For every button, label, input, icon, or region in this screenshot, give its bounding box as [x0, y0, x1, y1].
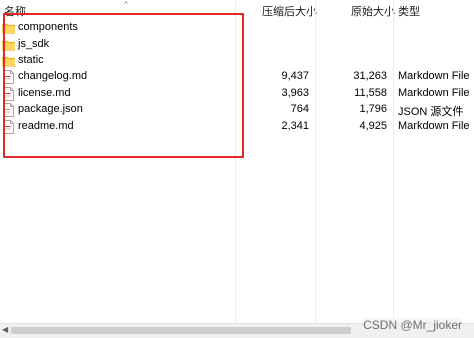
file-type: Markdown File — [398, 87, 470, 99]
compressed-size: 3,963 — [281, 87, 309, 99]
compressed-size: 764 — [290, 103, 309, 115]
file-type: JSON 源文件 — [398, 106, 464, 118]
column-original-size-header[interactable]: 原始大小 — [351, 3, 395, 19]
scroll-left-arrow-icon[interactable]: ◀ — [2, 325, 8, 334]
column-type-header[interactable]: 类型 — [398, 3, 420, 19]
watermark: CSDN @Mr_jioker — [363, 318, 462, 332]
file-type: Markdown File — [398, 70, 470, 82]
original-size: 31,263 — [353, 70, 387, 82]
scrollbar-thumb[interactable] — [11, 327, 351, 334]
compressed-size: 2,341 — [281, 120, 309, 132]
compressed-size: 9,437 — [281, 70, 309, 82]
highlight-rectangle — [3, 13, 244, 158]
column-compressed-size-header[interactable]: 压缩后大小 — [262, 3, 317, 19]
file-type: Markdown File — [398, 120, 470, 132]
sort-arrow-icon: ^ — [124, 0, 128, 9]
original-size: 1,796 — [359, 103, 387, 115]
original-size: 11,558 — [354, 87, 387, 99]
original-size: 4,925 — [359, 120, 387, 132]
